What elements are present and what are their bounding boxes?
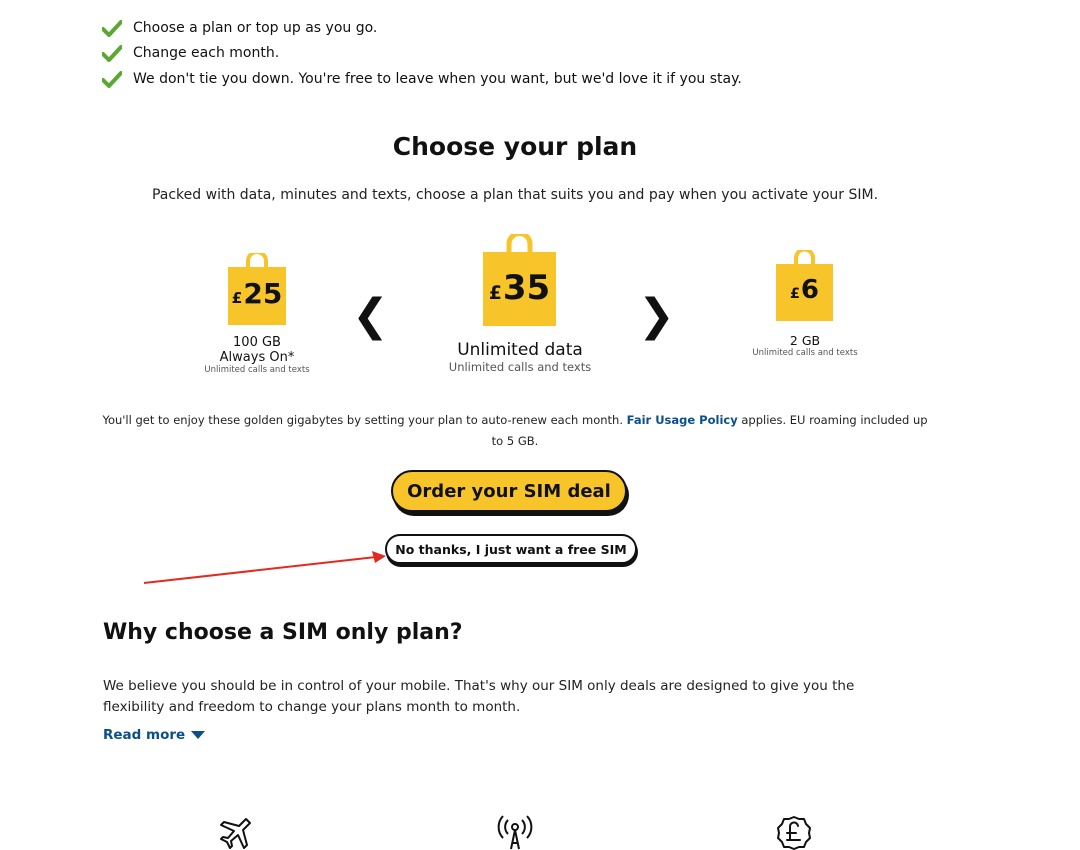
plan-card-25[interactable]: £25 — [228, 253, 286, 325]
plan-data: Unlimited data — [457, 340, 583, 360]
plan-price: £35 — [488, 268, 551, 308]
plans-heading: Choose your plan — [392, 132, 638, 161]
plan-details-6: 2 GB Unlimited calls and texts — [740, 333, 870, 358]
plan-extra: Always On* — [219, 350, 295, 365]
policy-text: You'll get to enjoy these golden gigabyt… — [102, 413, 627, 427]
signal-tower-icon — [497, 815, 533, 850]
fair-usage-note: You'll get to enjoy these golden gigabyt… — [100, 410, 930, 452]
why-paragraph: We believe you should be in control of y… — [103, 678, 855, 715]
benefit-text: We don't tie you down. You're free to le… — [133, 71, 742, 87]
benefit-text: Choose a plan or top up as you go. — [133, 20, 378, 36]
plan-price: £25 — [231, 277, 283, 310]
order-sim-deal-button[interactable]: Order your SIM deal — [391, 470, 627, 512]
plan-note: Unlimited calls and texts — [204, 365, 310, 375]
plan-details-25: 100 GB Always On* Unlimited calls and te… — [196, 335, 318, 376]
benefit-item: We don't tie you down. You're free to le… — [102, 67, 742, 91]
read-more-link[interactable]: Read more — [103, 727, 206, 743]
pound-coin-icon — [777, 816, 811, 850]
plan-card-35[interactable]: £35 — [483, 234, 556, 326]
read-more-label: Read more — [103, 727, 186, 743]
plan-price: £6 — [789, 275, 820, 305]
check-icon — [102, 45, 122, 62]
airplane-icon — [220, 818, 251, 849]
caret-down-icon — [191, 730, 206, 739]
next-plan-arrow[interactable]: ❯ — [638, 294, 675, 338]
plan-card-6[interactable]: £6 — [776, 250, 833, 321]
plans-subtitle: Packed with data, minutes and texts, cho… — [151, 187, 879, 203]
check-icon — [102, 71, 122, 88]
plan-note: Unlimited calls and texts — [448, 360, 592, 374]
plan-data: 2 GB — [789, 333, 821, 348]
benefit-text: Change each month. — [133, 45, 280, 61]
plan-details-35: Unlimited data Unlimited calls and texts — [440, 340, 600, 374]
annotation-arrow — [143, 551, 386, 584]
check-icon — [102, 20, 122, 37]
benefit-item: Choose a plan or top up as you go. — [102, 16, 377, 40]
why-heading: Why choose a SIM only plan? — [103, 620, 463, 645]
prev-plan-arrow[interactable]: ❮ — [352, 294, 389, 338]
fair-usage-policy-link[interactable]: Fair Usage Policy — [627, 413, 738, 427]
benefit-item: Change each month. — [102, 41, 279, 65]
free-sim-button[interactable]: No thanks, I just want a free SIM — [385, 534, 637, 564]
plan-note: Unlimited calls and texts — [752, 348, 858, 358]
plan-data: 100 GB — [233, 335, 281, 350]
